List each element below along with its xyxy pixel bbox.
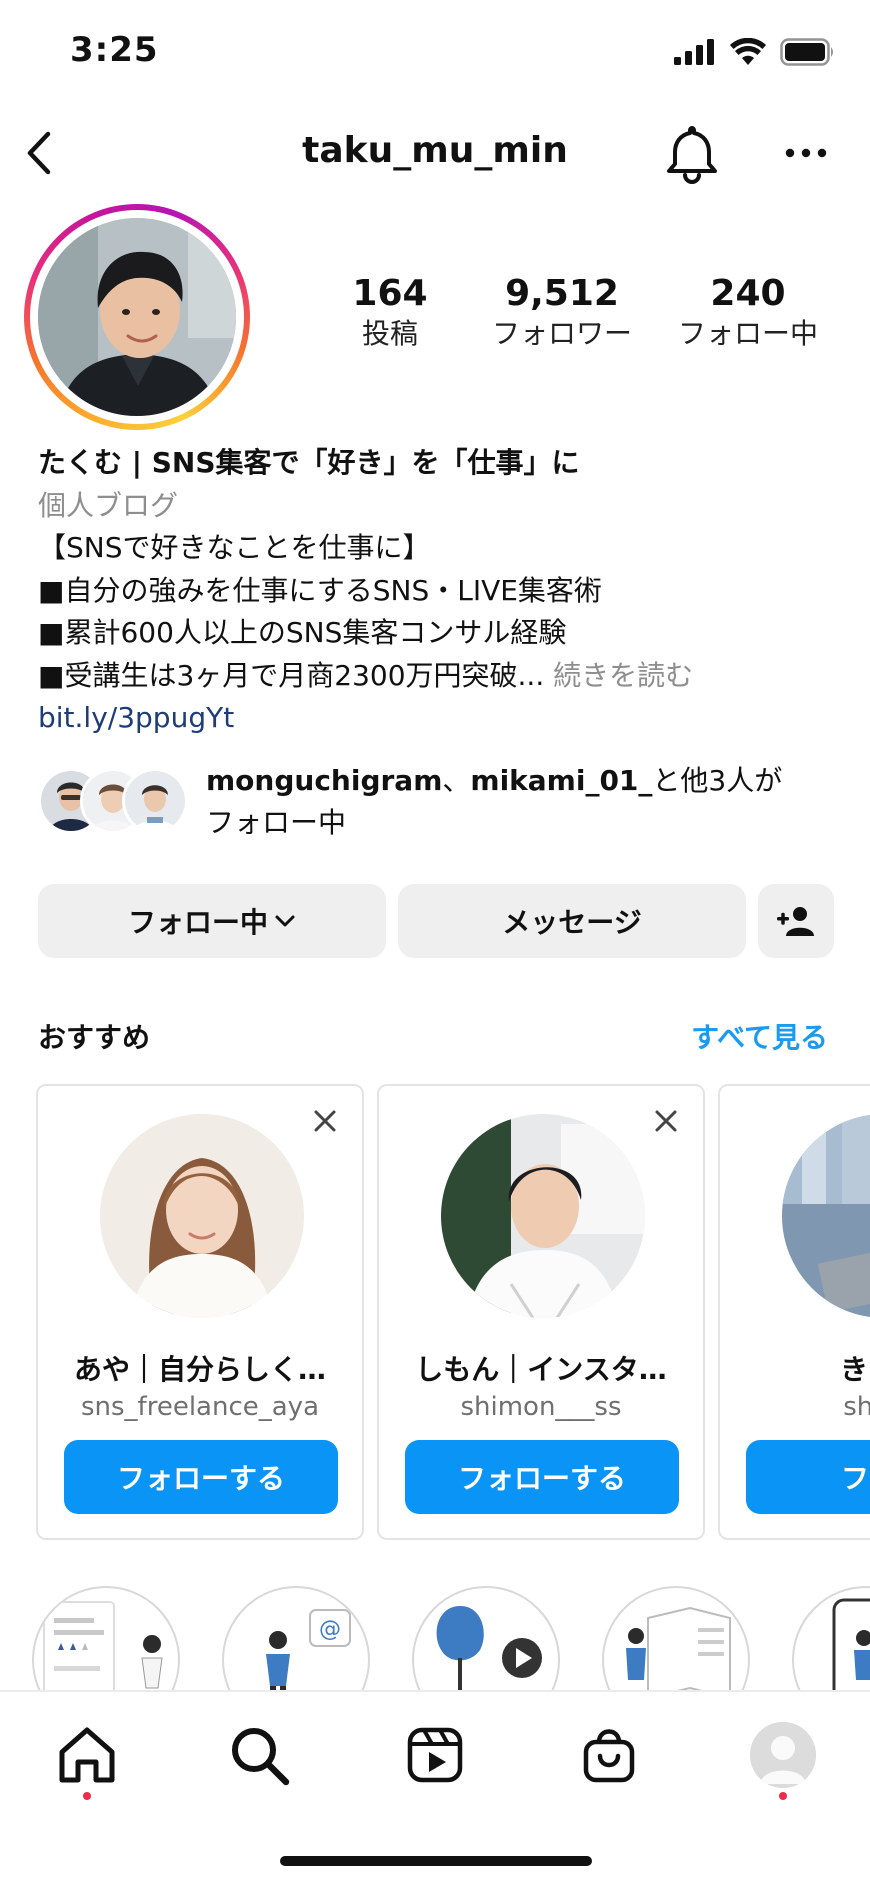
shop-icon[interactable] [576,1722,642,1788]
chevron-down-icon [275,915,295,927]
suggestion-avatar[interactable] [441,1114,645,1318]
stat-following[interactable]: 240 フォロー中 [658,272,838,352]
suggestions-title: おすすめ [38,1021,151,1054]
stat-posts[interactable]: 164 投稿 [300,272,480,352]
svg-text:@: @ [319,1617,341,1642]
status-icons [674,38,836,66]
suggestion-username: shuji0 [843,1392,870,1422]
mutual-user[interactable]: mikami_01_ [470,764,652,797]
status-bar: 3:25 [0,0,870,110]
highlight-item[interactable] [412,1586,560,1690]
profile-tab-avatar[interactable] [750,1722,816,1788]
suggestion-username: shimon___ss [460,1392,622,1422]
reels-icon[interactable] [402,1722,468,1788]
see-all-link[interactable]: すべて見る [691,1016,828,1056]
read-more-link[interactable]: 続きを読む [553,659,693,692]
home-icon[interactable] [54,1722,120,1788]
profile-stats: 164 投稿 9,512 フォロワー 240 フォロー中 [300,272,860,368]
mutual-avatars [38,768,188,838]
mutual-followers-text: monguchigram、mikami_01_と他3人が フォロー中 [206,764,783,839]
suggestion-name: あや｜自分らしく… [73,1353,326,1386]
bio-line-last: ■受講生は3ヶ月で月商2300万円突破... 続きを読む [38,655,848,698]
suggest-people-button[interactable] [758,884,834,958]
profile-username: taku_mu_min [302,130,568,171]
highlight-item[interactable]: @ [222,1586,370,1690]
signal-icon [674,39,714,65]
add-person-icon [777,907,814,936]
posts-count: 164 [352,273,428,314]
story-highlights: @ [0,1586,870,1690]
message-button[interactable]: メッセージ [398,884,746,958]
stat-followers[interactable]: 9,512 フォロワー [472,272,652,352]
bio-line: ■受講生は3ヶ月で月商2300万円突破... [38,658,545,692]
suggestions-header: おすすめ すべて見る [38,1010,834,1058]
mutual-user[interactable]: monguchigram [206,764,442,797]
more-options-icon[interactable] [780,138,832,168]
mutual-avatar [122,768,188,834]
followers-count: 9,512 [505,273,619,314]
profile-category: 個人ブログ [38,488,179,522]
mutual-followers[interactable]: monguchigram、mikami_01_と他3人が フォロー中 [38,760,848,850]
bell-icon[interactable] [664,124,720,184]
following-label: フォロー中 [677,317,818,350]
bio-line: ■累計600人以上のSNS集客コンサル経験 [38,616,567,649]
following-button[interactable]: フォロー中 [38,884,386,958]
posts-label: 投稿 [361,317,418,350]
bottom-tab-bar [0,1690,870,1884]
suggestion-card[interactable]: しもん｜インスタ… shimon___ss フォローする [377,1084,705,1540]
follow-button[interactable]: フォローする [64,1440,338,1514]
follow-button[interactable]: フォローする [405,1440,679,1514]
bio-line: ■自分の強みを仕事にするSNS・LIVE集客術 [38,573,602,607]
suggestion-card[interactable]: あや｜自分らしく… sns_freelance_aya フォローする [36,1084,364,1540]
dismiss-icon[interactable] [651,1106,681,1136]
profile-icon [750,1722,816,1788]
profile-notification-dot [779,1792,787,1800]
suggestion-avatar[interactable] [100,1114,304,1318]
suggestion-username: sns_freelance_aya [80,1392,319,1422]
wifi-icon [730,38,766,65]
suggestion-name: しもん｜インスタ… [415,1353,667,1386]
following-button-label: フォロー中 [127,906,268,939]
bio-link[interactable]: bit.ly/3ppugYt [38,697,848,740]
status-time: 3:25 [70,30,159,70]
following-count: 240 [710,273,786,314]
profile-avatar-story-ring[interactable] [24,204,250,430]
highlight-item[interactable] [32,1586,180,1690]
profile-actions: フォロー中 メッセージ [38,884,834,958]
battery-icon [780,38,833,66]
suggestion-carousel[interactable]: あや｜自分らしく… sns_freelance_aya フォローする しもん｜イ… [36,1084,870,1542]
dismiss-icon[interactable] [310,1106,340,1136]
search-icon[interactable] [226,1722,292,1788]
display-name: たくむ | SNS集客で「好き」を「仕事」に [38,446,580,479]
bio-line: 【SNSで好きなことを仕事に】 [38,531,431,564]
home-indicator [280,1856,592,1866]
followers-label: フォロワー [491,317,632,350]
suggestion-card[interactable]: きたの shuji0 フォロ [718,1084,870,1540]
profile-avatar [38,218,236,416]
suggestion-name: きたの [839,1353,870,1386]
suggestion-avatar[interactable] [782,1114,870,1318]
highlight-item[interactable] [792,1586,870,1690]
highlight-item[interactable] [602,1586,750,1690]
message-button-label: メッセージ [502,906,642,939]
profile-bio: たくむ | SNS集客で「好き」を「仕事」に 個人ブログ 【SNSで好きなことを… [38,442,848,740]
home-notification-dot [83,1792,91,1800]
profile-header: taku_mu_min [0,118,870,190]
follow-button[interactable]: フォロ [746,1440,870,1514]
